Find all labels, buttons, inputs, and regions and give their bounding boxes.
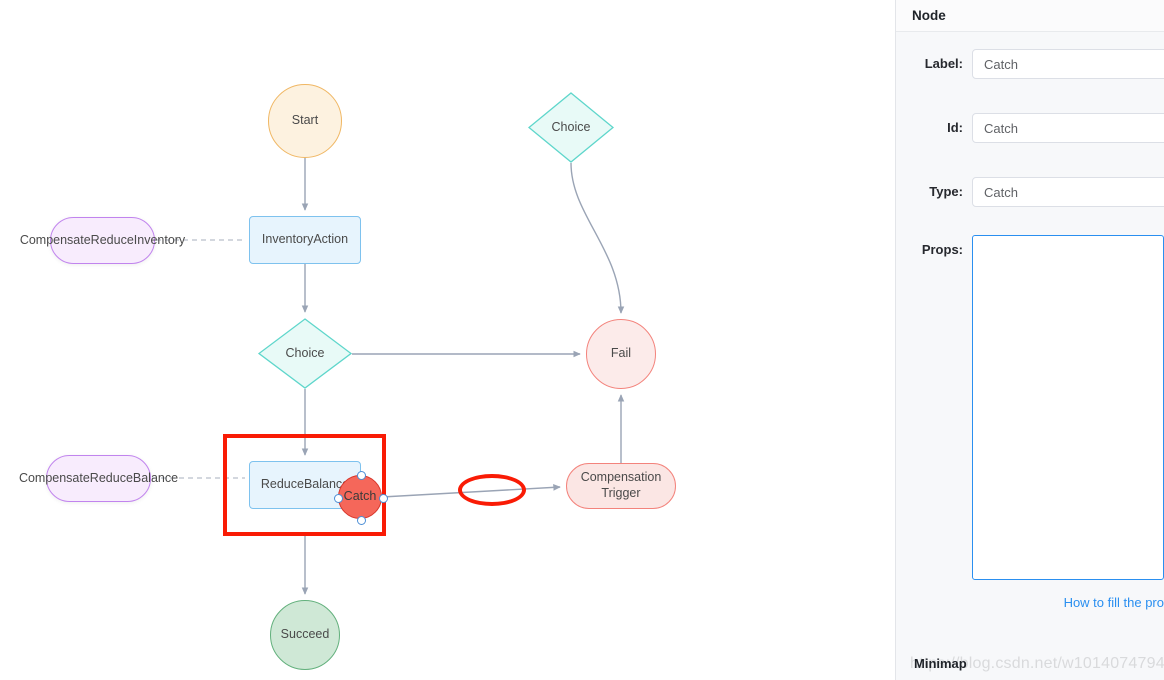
node-compensation-trigger-label-line1: Compensation [580, 470, 662, 485]
node-compensation-trigger-label-line2: Trigger [601, 486, 641, 500]
node-catch[interactable]: Catch [334, 471, 388, 525]
node-succeed-label: Succeed [280, 627, 330, 642]
node-compensate-reduce-inventory[interactable]: CompensateReduceInventory [20, 217, 185, 264]
form-row-props: Props: [896, 235, 1164, 580]
node-succeed[interactable]: Succeed [270, 600, 340, 670]
handle-left[interactable] [334, 493, 343, 503]
node-choice-top[interactable]: Choice [528, 92, 614, 163]
edge-choicetop-fail [570, 162, 625, 314]
node-compensate-reduce-inventory-label: CompensateReduceInventory [19, 232, 186, 247]
id-field-label: Id: [947, 120, 963, 135]
type-field-label: Type: [929, 184, 963, 199]
props-textarea[interactable] [972, 235, 1164, 580]
props-field-label: Props: [921, 242, 963, 257]
edge-layer [152, 158, 625, 595]
node-compensation-trigger[interactable]: Compensation Trigger [566, 463, 676, 509]
node-start-label: Start [291, 113, 319, 128]
form-row-label: Label: [896, 49, 1164, 79]
minimap-label: Minimap [914, 656, 967, 671]
label-field-label: Label: [924, 56, 963, 71]
panel-header: Node [896, 0, 1164, 32]
label-input[interactable] [972, 49, 1164, 79]
node-properties-panel: Node Label: Id: Type: Props: How to fill… [895, 0, 1164, 680]
minimap-container[interactable]: https://blog.csdn.net/w1014074794 Minima… [896, 650, 1164, 680]
node-reduce-balance-label: ReduceBalance [260, 477, 350, 492]
type-input[interactable] [972, 177, 1164, 207]
node-compensate-reduce-balance[interactable]: CompensateReduceBalance [19, 455, 178, 502]
form-row-id: Id: [896, 113, 1164, 143]
annotation-ellipse [458, 474, 526, 506]
help-row: How to fill the pro [896, 594, 1164, 612]
node-compensate-reduce-balance-label: CompensateReduceBalance [18, 470, 179, 485]
node-fail-label: Fail [610, 346, 632, 361]
handle-top[interactable] [356, 471, 366, 480]
id-input[interactable] [972, 113, 1164, 143]
how-to-fill-props-link[interactable]: How to fill the pro [1064, 595, 1164, 610]
node-inventory-action[interactable]: InventoryAction [249, 216, 361, 264]
form-row-type: Type: [896, 177, 1164, 207]
node-catch-label: Catch [343, 489, 377, 504]
node-choice-top-label: Choice [551, 119, 591, 134]
node-inventory-action-label: InventoryAction [261, 232, 349, 247]
handle-right[interactable] [379, 493, 388, 503]
workflow-editor: Start InventoryAction CompensateReduceIn… [0, 0, 1164, 680]
node-fail[interactable]: Fail [586, 319, 656, 389]
node-choice-middle[interactable]: Choice [258, 318, 352, 389]
node-start[interactable]: Start [268, 84, 342, 158]
node-choice-middle-label: Choice [285, 345, 325, 360]
flow-canvas[interactable]: Start InventoryAction CompensateReduceIn… [0, 0, 895, 680]
panel-title: Node [912, 8, 946, 23]
handle-bottom[interactable] [356, 516, 366, 525]
